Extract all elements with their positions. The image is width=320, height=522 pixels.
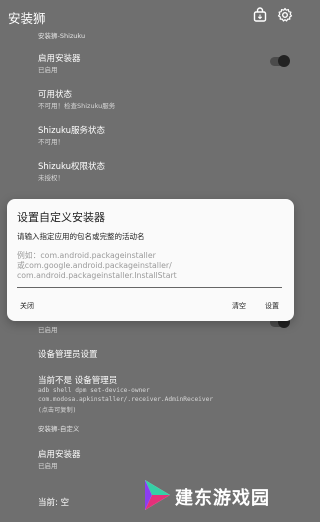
copy-hint: (点击可复制) (38, 407, 77, 414)
top-app-bar: 安装狮 (0, 0, 300, 30)
enable-installer-switch[interactable] (270, 55, 290, 67)
setting-custom-current[interactable]: 当前: 空 (38, 496, 69, 508)
app-title: 安装狮 (8, 11, 46, 26)
set-button[interactable]: 设置 (265, 301, 279, 311)
setting-title: 启用安装器 (38, 54, 81, 64)
watermark-text: 建东游戏园 (175, 488, 270, 509)
setting-subtitle: 不可用！ (38, 138, 64, 146)
package-icon[interactable] (252, 7, 268, 23)
section-header-shizuku: 安装狮-Shizuku (38, 32, 86, 40)
setting-title: 可用状态 (38, 90, 73, 100)
adb-command-line[interactable]: adb shell dpm set-device-owner (38, 387, 150, 394)
watermark-logo-icon (145, 480, 170, 510)
dialog-title: 设置自定义安装器 (17, 211, 105, 224)
close-button[interactable]: 关闭 (20, 301, 34, 311)
dialog-message: 请输入指定应用的包名或完整的活动名 (17, 232, 145, 241)
gear-icon[interactable] (277, 7, 293, 23)
watermark: 建东游戏园 (137, 474, 297, 518)
setting-title: Shizuku权限状态 (38, 162, 106, 172)
adb-command-line[interactable]: com.modosa.apkinstaller/.receiver.AdminR… (38, 396, 213, 403)
device-admin-status[interactable]: 当前不是 设备管理员 (38, 374, 117, 386)
setting-subtitle: 已启用 (38, 66, 58, 74)
app-screen: 安装狮 安装狮-Shizuku 启用安装器 已启用 可用状态 不可用！检查Shi… (0, 0, 300, 522)
package-name-input[interactable]: 例如：com.android.packageinstaller 或com.goo… (17, 251, 282, 288)
setting-subtitle: 已启用 (38, 462, 58, 470)
setting-subtitle: 不可用！检查Shizuku服务 (38, 102, 116, 110)
switch-knob (278, 55, 290, 67)
setting-subtitle: 未授权！ (38, 174, 64, 182)
custom-installer-dialog: 设置自定义安装器 请输入指定应用的包名或完整的活动名 例如：com.androi… (7, 199, 294, 321)
device-admin-settings[interactable]: 设备管理员设置 (38, 348, 98, 360)
setting-title: 启用安装器 (38, 450, 81, 460)
setting-title: Shizuku服务状态 (38, 126, 106, 136)
clear-button[interactable]: 清空 (232, 301, 246, 311)
section-header-custom: 安装狮-自定义 (38, 425, 80, 433)
setting-subtitle-enabled: 已启用 (38, 326, 58, 334)
input-placeholder: 例如：com.android.packageinstaller 或com.goo… (17, 251, 177, 280)
